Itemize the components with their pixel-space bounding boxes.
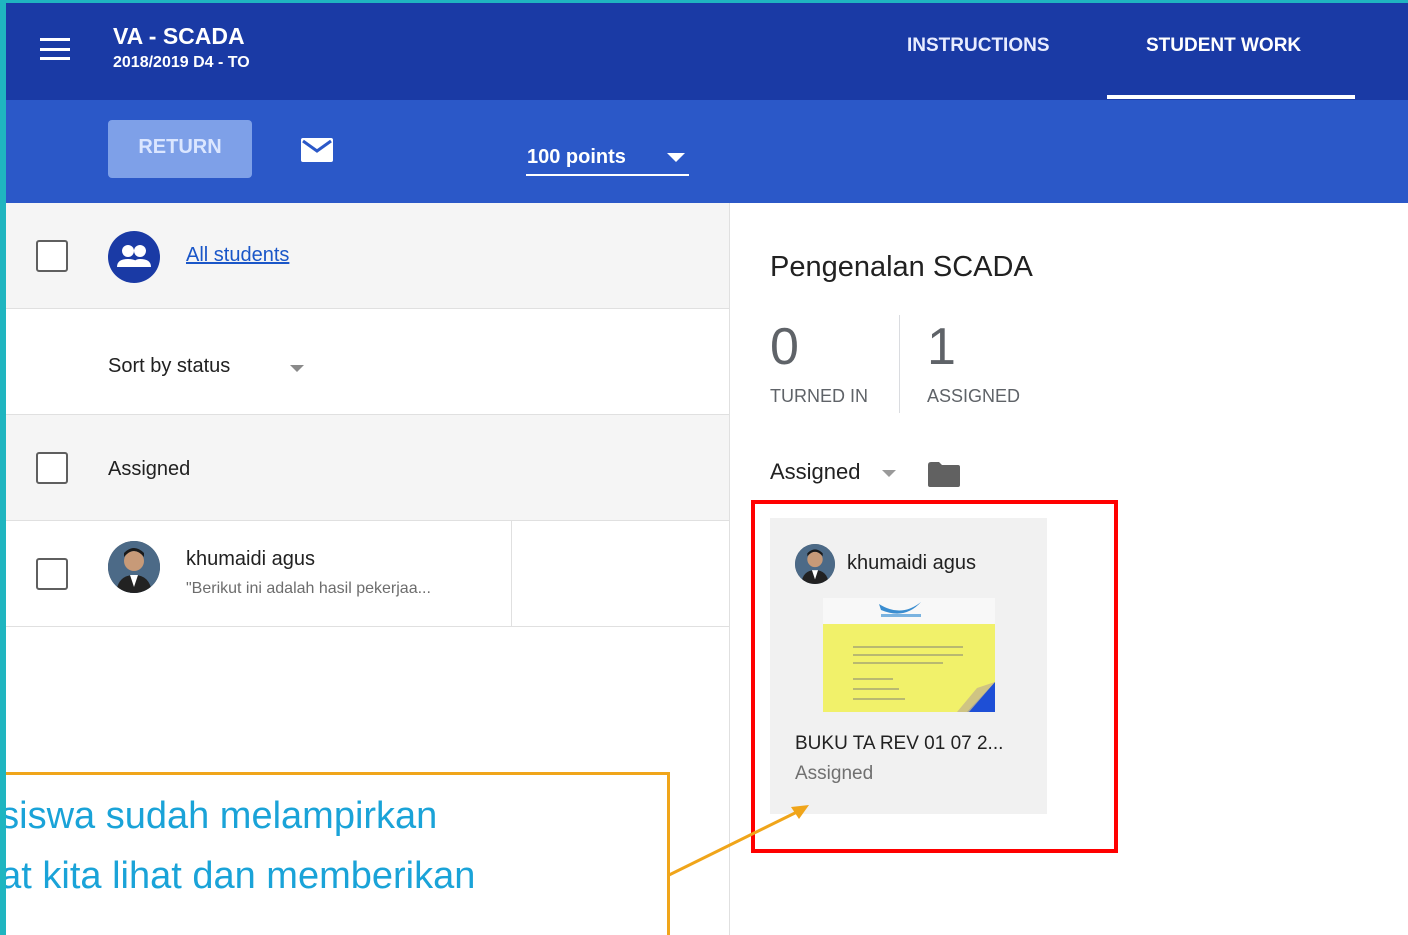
- group-heading: Assigned: [108, 458, 191, 480]
- annotation-callout: asiswa sudah melampirkan pat kita lihat …: [6, 772, 670, 935]
- active-tab-indicator: [1107, 95, 1355, 99]
- assigned-group-row: Assigned: [6, 415, 729, 521]
- list-item[interactable]: khumaidi agus "Berikut ini adalah hasil …: [6, 521, 729, 627]
- private-comment-preview: "Berikut ini adalah hasil pekerjaa...: [186, 580, 431, 597]
- class-section: 2018/2019 D4 - TO: [113, 54, 250, 71]
- callout-text-line-2: pat kita lihat dan memberikan: [6, 855, 476, 897]
- callout-text-line-1: asiswa sudah melampirkan: [6, 795, 438, 837]
- select-all-checkbox[interactable]: [36, 240, 68, 272]
- tab-instructions[interactable]: INSTRUCTIONS: [907, 35, 1050, 57]
- group-icon: [108, 231, 160, 283]
- app-bar: VA - SCADA 2018/2019 D4 - TO INSTRUCTION…: [6, 3, 1408, 100]
- mail-icon[interactable]: [300, 137, 334, 163]
- points-select[interactable]: 100 points: [526, 138, 689, 176]
- student-name: khumaidi agus: [186, 548, 315, 570]
- return-button[interactable]: RETURN: [108, 120, 252, 178]
- tab-student-work[interactable]: STUDENT WORK: [1146, 35, 1301, 57]
- student-checkbox[interactable]: [36, 558, 68, 590]
- assignment-title: Pengenalan SCADA: [770, 251, 1033, 283]
- chevron-down-icon: [667, 153, 685, 162]
- class-name[interactable]: VA - SCADA: [113, 23, 245, 50]
- turned-in-count: 0: [770, 318, 799, 376]
- assigned-count: 1: [927, 318, 956, 376]
- callout-arrow: [664, 805, 809, 879]
- divider: [511, 521, 512, 627]
- assigned-label: ASSIGNED: [927, 386, 1021, 406]
- stat-divider: [899, 315, 900, 413]
- chevron-down-icon[interactable]: [882, 470, 896, 477]
- all-students-link[interactable]: All students: [186, 244, 289, 267]
- select-assigned-checkbox[interactable]: [36, 452, 68, 484]
- folder-icon[interactable]: [927, 461, 961, 488]
- sort-dropdown[interactable]: Sort by status: [108, 355, 230, 378]
- turned-in-label: TURNED IN: [770, 386, 868, 406]
- avatar: [108, 541, 160, 593]
- points-value: 100 points: [527, 146, 626, 168]
- all-students-row: All students: [6, 203, 729, 309]
- hamburger-menu-icon[interactable]: [40, 38, 70, 60]
- sort-row: Sort by status: [6, 309, 729, 415]
- status-filter-dropdown[interactable]: Assigned: [770, 459, 861, 485]
- classroom-window: VA - SCADA 2018/2019 D4 - TO INSTRUCTION…: [6, 3, 1408, 935]
- action-bar: RETURN 100 points: [6, 100, 1408, 203]
- chevron-down-icon[interactable]: [290, 365, 304, 372]
